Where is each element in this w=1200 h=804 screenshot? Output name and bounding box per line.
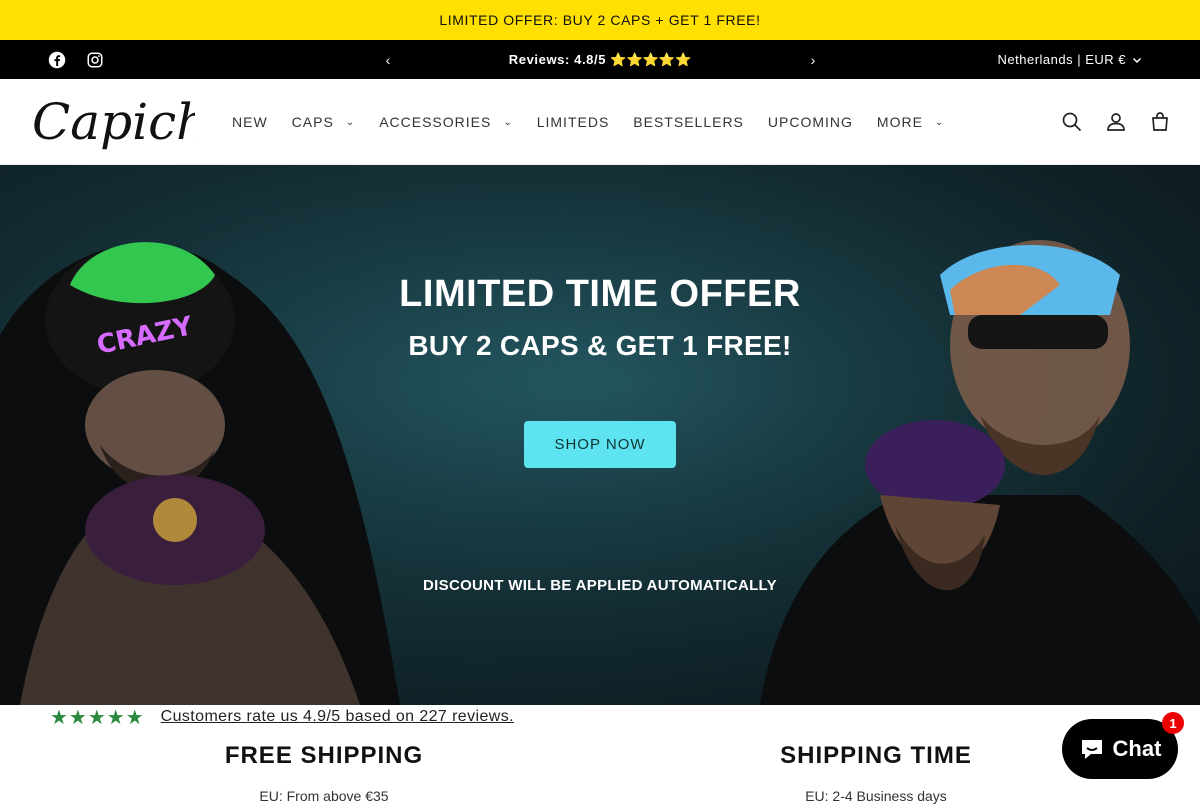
announcement-stars: ⭐⭐⭐⭐⭐	[610, 51, 692, 67]
nav-label: ACCESSORIES	[379, 114, 492, 130]
site-header: Capiche NEW CAPS ⌄ ACCESSORIES ⌄ LIMITED…	[0, 79, 1200, 165]
chevron-down-icon	[1132, 55, 1142, 65]
announcement-bar: ‹ Reviews: 4.8/5 ⭐⭐⭐⭐⭐ › Netherlands | E…	[0, 40, 1200, 79]
hero-note: DISCOUNT WILL BE APPLIED AUTOMATICALLY	[423, 577, 777, 594]
announcement-next-button[interactable]: ›	[803, 40, 823, 79]
feature-title: SHIPPING TIME	[780, 742, 972, 769]
nav-label: CAPS	[291, 114, 334, 130]
nav-item-bestsellers[interactable]: BESTSELLERS	[621, 114, 756, 130]
feature-free-shipping: FREE SHIPPING EU: From above €35	[124, 742, 524, 804]
search-icon[interactable]	[1060, 110, 1084, 134]
nav-item-new[interactable]: NEW	[220, 114, 280, 130]
hero-title: LIMITED TIME OFFER	[399, 273, 801, 315]
rating-stars: ★★★★★	[50, 706, 145, 729]
facebook-icon[interactable]	[48, 51, 66, 69]
hero-subtitle: BUY 2 CAPS & GET 1 FREE!	[408, 330, 792, 361]
nav-label: UPCOMING	[767, 114, 853, 130]
capiche-logo[interactable]: Capiche	[30, 85, 238, 159]
social-links	[48, 40, 104, 79]
instagram-icon[interactable]	[86, 51, 104, 69]
nav-label: LIMITEDS	[536, 114, 610, 130]
announcement-prev-button[interactable]: ‹	[378, 40, 398, 79]
feature-text: EU: 2-4 Business days	[805, 788, 947, 804]
nav-item-caps[interactable]: CAPS ⌄	[280, 114, 368, 130]
shop-now-button[interactable]: SHOP NOW	[524, 421, 676, 468]
chat-bubble-icon	[1079, 737, 1105, 761]
nav-label: BESTSELLERS	[633, 114, 744, 130]
chat-notification-badge: 1	[1162, 712, 1184, 734]
chevron-down-icon: ⌄	[934, 116, 945, 128]
chevron-down-icon: ⌄	[345, 116, 356, 128]
promo-bar: LIMITED OFFER: BUY 2 CAPS + GET 1 FREE!	[0, 0, 1200, 40]
logo-text: Capiche	[32, 93, 195, 151]
reviews-rating-text: Reviews: 4.8/5	[508, 51, 607, 67]
cart-icon[interactable]	[1148, 110, 1172, 134]
chat-label: Chat	[1112, 736, 1162, 761]
nav-item-accessories[interactable]: ACCESSORIES ⌄	[367, 114, 525, 130]
chat-button[interactable]: Chat	[1062, 719, 1178, 779]
nav-label: MORE	[876, 114, 923, 130]
main-nav: NEW CAPS ⌄ ACCESSORIES ⌄ LIMITEDS BESTSE…	[220, 79, 956, 165]
header-icons	[1060, 79, 1172, 165]
feature-text: EU: From above €35	[259, 788, 389, 804]
nav-label: NEW	[232, 114, 268, 130]
localization-label: Netherlands | EUR €	[997, 52, 1126, 67]
feature-shipping-time: SHIPPING TIME EU: 2-4 Business days	[676, 742, 1076, 804]
reviews-link[interactable]: Customers rate us 4.9/5 based on 227 rev…	[161, 708, 514, 726]
country-currency-selector[interactable]: Netherlands | EUR €	[998, 40, 1143, 79]
nav-item-limiteds[interactable]: LIMITEDS	[525, 114, 622, 130]
announcement-text: Reviews: 4.8/5 ⭐⭐⭐⭐⭐	[420, 52, 780, 68]
chevron-down-icon: ⌄	[503, 116, 513, 128]
promo-text: LIMITED OFFER: BUY 2 CAPS + GET 1 FREE!	[439, 12, 761, 28]
nav-item-more[interactable]: MORE ⌄	[865, 114, 956, 130]
feature-title: FREE SHIPPING	[224, 742, 424, 769]
nav-item-upcoming[interactable]: UPCOMING	[756, 114, 865, 130]
account-icon[interactable]	[1104, 110, 1128, 134]
hero-banner: CRAZY LIMITED TIME OFFER BUY 2 CAPS & GE…	[0, 165, 1200, 705]
reviews-strip: ★★★★★ Customers rate us 4.9/5 based on 2…	[50, 705, 514, 729]
